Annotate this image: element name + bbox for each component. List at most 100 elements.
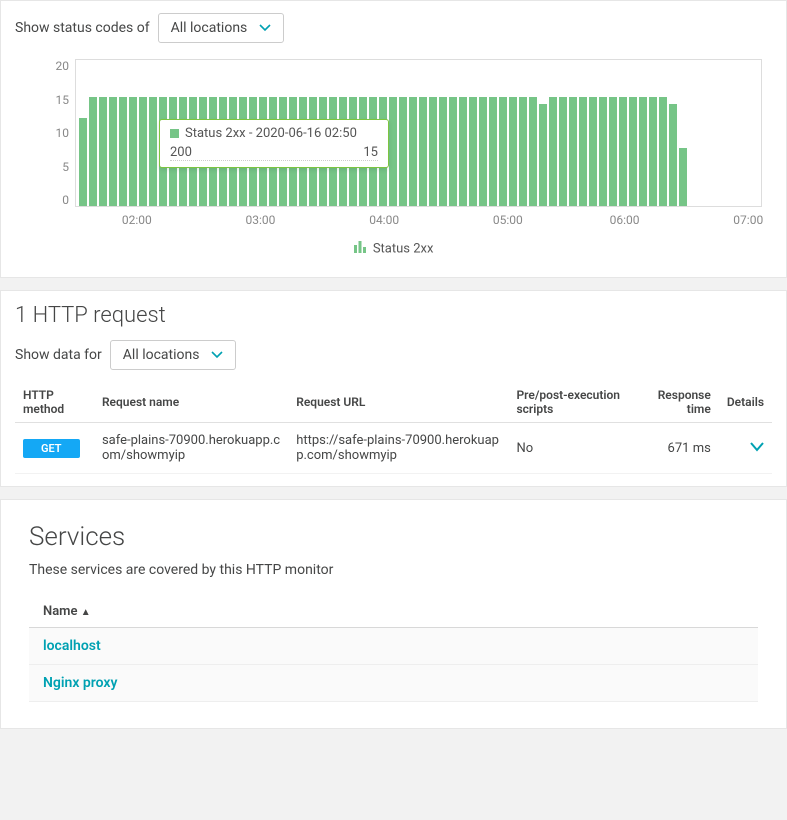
expand-row-button[interactable] [719, 423, 772, 474]
chart-bar[interactable] [139, 97, 147, 207]
chart-bar[interactable] [469, 97, 477, 207]
http-filter-row: Show data for All locations [15, 340, 772, 370]
tooltip-value: 15 [363, 145, 378, 160]
chart-tooltip: Status 2xx - 2020-06-16 02:50 200 15 [159, 119, 389, 168]
sort-asc-icon: ▲ [81, 607, 91, 618]
chart-bar[interactable] [669, 104, 677, 206]
chevron-down-icon [211, 347, 223, 363]
chart-bar[interactable] [399, 97, 407, 207]
y-tick: 5 [62, 160, 69, 174]
x-tick: 02:00 [122, 213, 152, 227]
http-method-badge: GET [23, 439, 80, 458]
table-header-row: Name ▲ [29, 596, 758, 628]
cell-method: GET [15, 423, 94, 474]
chart-bar[interactable] [79, 118, 87, 206]
services-panel: Services These services are covered by t… [0, 499, 787, 729]
chart-bar[interactable] [449, 97, 457, 207]
col-name-label: Name [43, 604, 77, 619]
status-codes-location-select[interactable]: All locations [158, 13, 285, 43]
x-tick: 05:00 [493, 213, 523, 227]
chart-bar[interactable] [549, 97, 557, 207]
chart-bar[interactable] [439, 97, 447, 207]
table-row[interactable]: GET safe-plains-70900.herokuapp.com/show… [15, 423, 772, 474]
col-time[interactable]: Response time [633, 382, 719, 423]
col-name[interactable]: Name ▲ [29, 596, 758, 628]
x-tick: 03:00 [246, 213, 276, 227]
x-tick: 04:00 [369, 213, 399, 227]
status-codes-filter-row: Show status codes of All locations [15, 13, 772, 43]
cell-name: safe-plains-70900.herokuapp.com/showmyip [94, 423, 288, 474]
chart-bar[interactable] [629, 97, 637, 207]
table-header-row: HTTP method Request name Request URL Pre… [15, 382, 772, 423]
legend-label: Status 2xx [373, 241, 434, 256]
http-filter-label: Show data for [15, 347, 102, 363]
chart-bar[interactable] [99, 97, 107, 207]
chart-bar[interactable] [149, 97, 157, 207]
service-link[interactable]: localhost [43, 638, 101, 654]
chart-bar[interactable] [659, 97, 667, 207]
chart-bar[interactable] [129, 97, 137, 207]
table-row[interactable]: localhost [29, 628, 758, 665]
chart-bar[interactable] [579, 97, 587, 207]
chart-bar[interactable] [559, 97, 567, 207]
chevron-down-icon [259, 20, 271, 36]
chart-bar[interactable] [459, 97, 467, 207]
http-request-table: HTTP method Request name Request URL Pre… [15, 382, 772, 474]
chart-legend: Status 2xx [15, 241, 772, 257]
col-scripts[interactable]: Pre/post-execution scripts [508, 382, 633, 423]
chart-bar[interactable] [109, 97, 117, 207]
y-tick: 20 [56, 59, 70, 73]
service-link[interactable]: Nginx proxy [43, 675, 117, 691]
chart-bar[interactable] [499, 97, 507, 207]
chart-bar[interactable] [599, 97, 607, 207]
tooltip-header: Status 2xx - 2020-06-16 02:50 [185, 126, 357, 141]
services-subtitle: These services are covered by this HTTP … [29, 562, 758, 578]
select-value: All locations [123, 347, 200, 363]
col-name[interactable]: Request name [94, 382, 288, 423]
status-codes-panel: Show status codes of All locations 20 15… [0, 0, 787, 278]
chart-bar[interactable] [419, 97, 427, 207]
y-tick: 15 [56, 93, 70, 107]
col-details[interactable]: Details [719, 382, 772, 423]
y-tick: 10 [56, 126, 70, 140]
cell-time: 671 ms [633, 423, 719, 474]
chart-bar[interactable] [119, 97, 127, 207]
chart-bar[interactable] [539, 104, 547, 206]
chart-bar[interactable] [529, 97, 537, 207]
y-axis: 20 15 10 5 0 [15, 59, 69, 207]
chart-bar[interactable] [619, 97, 627, 207]
cell-url: https://safe-plains-70900.herokuapp.com/… [288, 423, 508, 474]
chart-bar[interactable] [639, 97, 647, 207]
http-request-panel: 1 HTTP request Show data for All locatio… [0, 290, 787, 487]
status-code-chart: 20 15 10 5 0 Status 2xx - 2020-06-16 02:… [15, 59, 772, 259]
y-tick: 0 [62, 193, 69, 207]
services-title: Services [29, 522, 758, 552]
chart-bar[interactable] [89, 97, 97, 207]
chart-bar[interactable] [489, 97, 497, 207]
services-table: Name ▲ localhost Nginx proxy [29, 596, 758, 702]
chart-bar[interactable] [479, 97, 487, 207]
chart-bar[interactable] [649, 97, 657, 207]
http-location-select[interactable]: All locations [110, 340, 237, 370]
bar-chart-icon [354, 241, 366, 257]
status-codes-label: Show status codes of [15, 20, 150, 36]
tooltip-code: 200 [170, 145, 192, 160]
chart-bar[interactable] [509, 97, 517, 207]
chart-bar[interactable] [519, 97, 527, 207]
chart-bar[interactable] [589, 97, 597, 207]
cell-scripts: No [508, 423, 633, 474]
col-url[interactable]: Request URL [288, 382, 508, 423]
chart-bar[interactable] [569, 97, 577, 207]
chart-bar[interactable] [609, 97, 617, 207]
select-value: All locations [171, 20, 248, 36]
chart-bar[interactable] [409, 97, 417, 207]
x-tick: 07:00 [733, 213, 763, 227]
x-tick: 06:00 [610, 213, 640, 227]
chart-bar[interactable] [389, 97, 397, 207]
http-request-title: 1 HTTP request [15, 303, 772, 328]
chart-bar[interactable] [679, 148, 687, 206]
table-row[interactable]: Nginx proxy [29, 665, 758, 702]
legend-color-swatch [170, 129, 179, 138]
col-method[interactable]: HTTP method [15, 382, 94, 423]
chart-bar[interactable] [429, 97, 437, 207]
